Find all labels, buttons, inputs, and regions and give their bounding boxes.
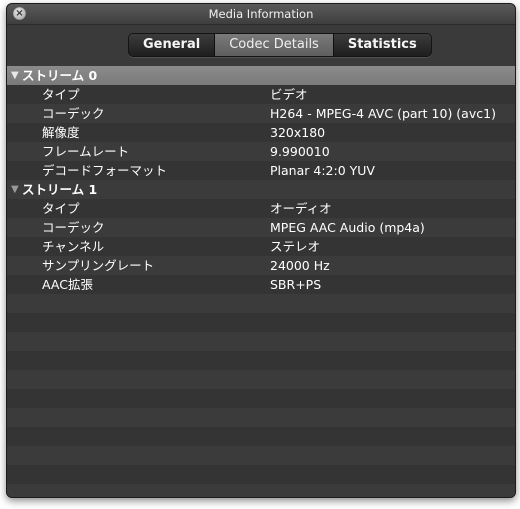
segmented-tab-control: General Codec Details Statistics <box>128 33 432 57</box>
property-key: チャンネル <box>42 239 105 254</box>
tab-codec-details[interactable]: Codec Details <box>214 34 333 56</box>
tab-statistics[interactable]: Statistics <box>332 34 431 56</box>
list-item: タイプ オーディオ <box>7 199 515 218</box>
property-value: SBR+PS <box>270 277 322 292</box>
list-item: 解像度 320x180 <box>7 123 515 142</box>
list-item: タイプ ビデオ <box>7 85 515 104</box>
tab-general[interactable]: General <box>129 34 215 56</box>
property-value: 24000 Hz <box>270 258 330 273</box>
list-item: デコードフォーマット Planar 4:2:0 YUV <box>7 161 515 180</box>
window-title: Media Information <box>208 7 314 21</box>
property-value: H264 - MPEG-4 AVC (part 10) (avc1) <box>270 106 496 121</box>
list-item: サンプリングレート 24000 Hz <box>7 256 515 275</box>
property-value: Planar 4:2:0 YUV <box>270 163 375 178</box>
property-value: 9.990010 <box>270 144 330 159</box>
stream-0-header[interactable]: ▼ ストリーム 0 <box>7 66 515 85</box>
property-value: 320x180 <box>270 125 326 140</box>
list-item: フレームレート 9.990010 <box>7 142 515 161</box>
property-key: コーデック <box>42 106 105 121</box>
stream-0-label: ストリーム 0 <box>22 68 98 83</box>
disclosure-triangle-icon[interactable]: ▼ <box>11 66 19 85</box>
title-bar[interactable]: × Media Information <box>7 4 515 25</box>
property-value: オーディオ <box>270 201 332 216</box>
property-key: タイプ <box>42 87 80 102</box>
property-value: ステレオ <box>270 239 321 254</box>
stream-1-label: ストリーム 1 <box>22 182 98 197</box>
list-item: コーデック MPEG AAC Audio (mp4a) <box>7 218 515 237</box>
property-key: サンプリングレート <box>42 258 155 273</box>
property-key: AAC拡張 <box>42 277 93 292</box>
property-key: タイプ <box>42 201 80 216</box>
list-item: コーデック H264 - MPEG-4 AVC (part 10) (avc1) <box>7 104 515 123</box>
list-item: AAC拡張 SBR+PS <box>7 275 515 294</box>
property-key: フレームレート <box>42 144 130 159</box>
disclosure-triangle-icon[interactable]: ▼ <box>11 180 19 199</box>
property-key: 解像度 <box>42 125 80 140</box>
stream-1-header[interactable]: ▼ ストリーム 1 <box>7 180 515 199</box>
media-information-window: × Media Information General Codec Detail… <box>6 3 516 498</box>
codec-details-list[interactable]: ▼ ストリーム 0 タイプ ビデオ コーデック H264 - MPEG-4 AV… <box>7 66 515 497</box>
property-key: コーデック <box>42 220 105 235</box>
property-value: ビデオ <box>270 87 308 102</box>
list-item: チャンネル ステレオ <box>7 237 515 256</box>
property-key: デコードフォーマット <box>42 163 168 178</box>
property-value: MPEG AAC Audio (mp4a) <box>270 220 425 235</box>
